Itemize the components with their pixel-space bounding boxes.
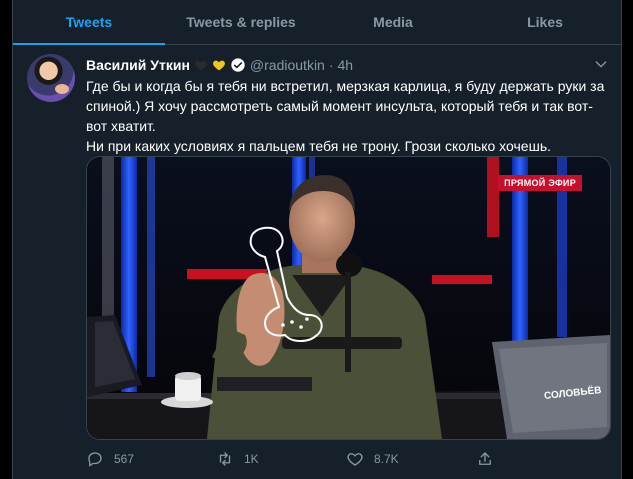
- tab-tweets-replies[interactable]: Tweets & replies: [165, 0, 317, 44]
- live-badge: ПРЯМОЙ ЭФИР: [498, 175, 582, 191]
- like-icon: [347, 453, 363, 466]
- black-heart-icon: [195, 60, 207, 71]
- reply-count: 567: [114, 452, 135, 466]
- verified-badge-icon: [231, 58, 245, 72]
- retweet-count: 1K: [244, 452, 259, 466]
- tweet-text-line: Ни при каких условиях я пальцем тебя не …: [86, 138, 552, 154]
- reply-icon: [88, 452, 102, 467]
- chevron-down-icon[interactable]: [593, 56, 609, 72]
- share-icon: [479, 452, 491, 465]
- reply-button[interactable]: 567: [86, 448, 216, 470]
- avatar[interactable]: [27, 54, 75, 102]
- tweet-text-line: Где бы и когда бы я тебя ни встретил, ме…: [86, 78, 605, 134]
- tweet-text: Где бы и когда бы я тебя ни встретил, ме…: [86, 76, 608, 156]
- share-button[interactable]: [476, 448, 606, 470]
- like-button[interactable]: 8.7K: [346, 448, 476, 470]
- tweet-actions: 567 1K 8.7K: [86, 448, 606, 470]
- display-name[interactable]: Василий Уткин: [86, 57, 190, 73]
- tweet-time[interactable]: 4h: [338, 57, 354, 73]
- profile-tabs: Tweets Tweets & replies Media Likes: [13, 0, 621, 45]
- tab-tweets[interactable]: Tweets: [13, 0, 165, 45]
- tweet-media[interactable]: ПРЯМОЙ ЭФИР СОЛОВЬЁВ: [86, 156, 611, 440]
- like-count: 8.7K: [374, 452, 399, 466]
- tab-likes[interactable]: Likes: [469, 0, 621, 44]
- retweet-button[interactable]: 1K: [216, 448, 346, 470]
- user-handle[interactable]: @radioutkin: [250, 57, 325, 73]
- retweet-icon: [219, 452, 231, 466]
- media-image: [87, 157, 610, 439]
- profile-timeline: Tweets Tweets & replies Media Likes Васи…: [12, 0, 622, 479]
- separator-dot: ·: [328, 57, 334, 73]
- yellow-heart-icon: [213, 60, 225, 71]
- tab-media[interactable]: Media: [317, 0, 469, 44]
- tweet-header: Василий Уткин @radioutkin · 4h: [86, 56, 353, 74]
